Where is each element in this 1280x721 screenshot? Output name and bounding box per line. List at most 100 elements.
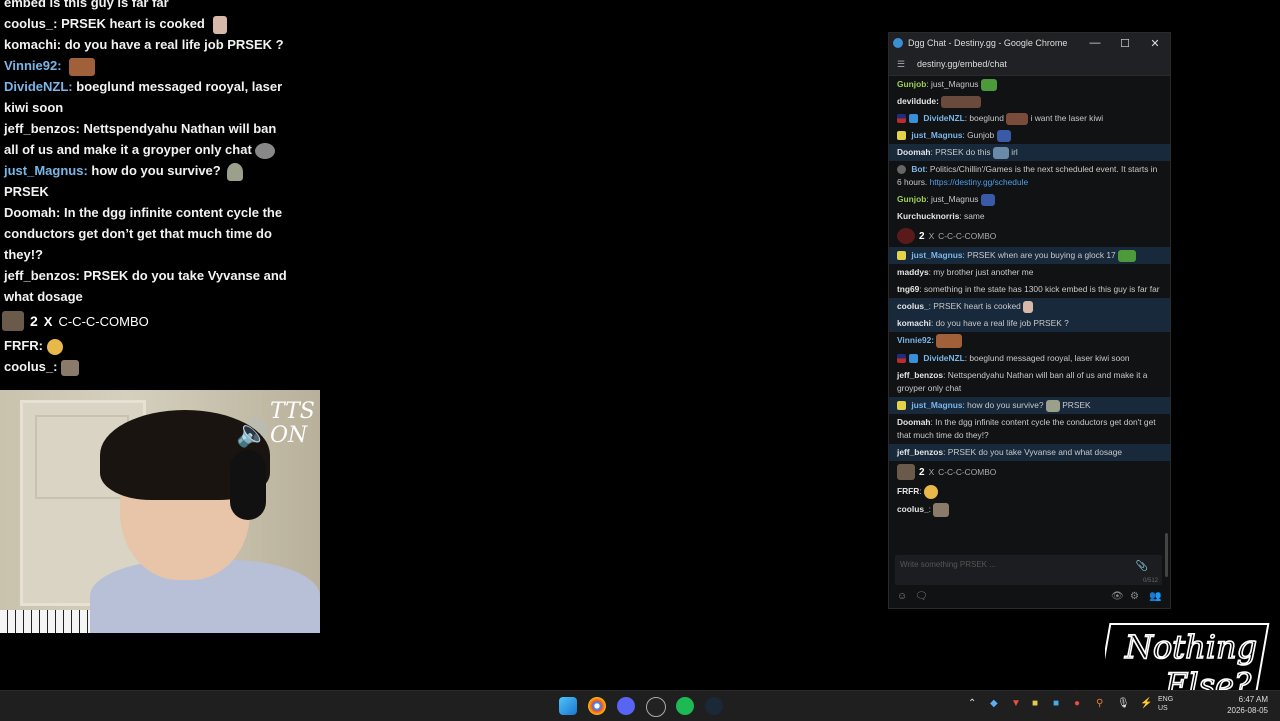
chat-combo: 2 X C-C-C-COMBO xyxy=(889,461,1170,483)
overlay-combo: 2 X C-C-C-COMBO xyxy=(0,307,290,335)
search-icon[interactable]: ⚲ xyxy=(1096,698,1103,709)
chat-username[interactable]: komachi xyxy=(897,318,931,328)
pepe-emote-icon xyxy=(980,78,997,91)
chat-username[interactable]: Vinnie92: xyxy=(897,335,934,345)
show-hidden-icons-icon[interactable]: ⌃ xyxy=(968,698,976,709)
chat-text: : PRSEK when are you buying a glock 17 xyxy=(962,250,1116,260)
chat-username[interactable]: Gunjob xyxy=(897,194,926,204)
obs-icon[interactable] xyxy=(646,697,666,717)
tts-on-overlay: 🔊 TTS ON xyxy=(236,399,315,449)
chat-text: PRSEK xyxy=(1062,400,1091,410)
chat-message: just_Magnus: PRSEK when are you buying a… xyxy=(889,247,1170,264)
maximize-button[interactable]: ☐ xyxy=(1110,37,1140,50)
brave-icon[interactable]: ▼ xyxy=(1011,698,1021,709)
chat-username[interactable]: Bot xyxy=(911,164,925,174)
minimize-button[interactable]: — xyxy=(1080,37,1110,50)
tray-app-icon[interactable]: ● xyxy=(1074,698,1080,709)
chat-username[interactable]: tng69 xyxy=(897,284,919,294)
overlay-line: coolus_: PRSEK heart is cooked xyxy=(0,13,290,34)
discord-icon[interactable] xyxy=(617,697,635,715)
eye-icon[interactable]: 👁 xyxy=(1111,591,1124,602)
chat-input[interactable]: Write something PRSEK ... 📎 0/512 xyxy=(895,555,1162,585)
start-windows-icon[interactable] xyxy=(559,697,577,715)
chat-browser-window[interactable]: Dgg Chat - Destiny.gg - Google Chrome — … xyxy=(888,32,1171,609)
tray-app-icon[interactable]: ■ xyxy=(1053,698,1059,709)
tray-app-icon[interactable]: ◆ xyxy=(990,698,998,709)
chat-scrollbar[interactable] xyxy=(1165,533,1168,577)
chat-message: Kurchucknorris: same xyxy=(889,208,1170,225)
chat-text: i want the laser kiwi xyxy=(1030,113,1104,123)
biden-face-emote-icon xyxy=(1023,300,1034,313)
emote-picker-icon[interactable]: ☺ xyxy=(897,591,907,602)
cat-emote-icon xyxy=(255,142,276,159)
chat-username[interactable]: coolus_ xyxy=(897,301,929,311)
chat-username[interactable]: maddys xyxy=(897,267,929,277)
chat-username[interactable]: coolus_ xyxy=(897,504,929,514)
site-settings-icon[interactable]: ☰ xyxy=(897,59,907,70)
overlay-line: FRFR: xyxy=(0,335,290,356)
microphone-icon[interactable]: 🎙 xyxy=(1117,698,1130,709)
headphones xyxy=(230,450,266,520)
schedule-link[interactable]: https://destiny.gg/schedule xyxy=(930,177,1029,187)
chat-text: : Gunjob xyxy=(962,130,995,140)
users-icon[interactable]: 👥 xyxy=(1149,591,1161,602)
taskbar-clock[interactable]: 6:47 AM 2026-08-05 xyxy=(1227,694,1268,716)
chat-username[interactable]: just_Magnus xyxy=(911,130,962,140)
photo-emote-icon xyxy=(69,57,96,76)
clock-date: 2026-08-05 xyxy=(1227,706,1268,715)
chat-text: : xyxy=(919,486,922,497)
tier-flair-icon xyxy=(909,114,918,124)
chat-username[interactable]: jeff_benzos xyxy=(897,447,943,457)
url-text[interactable]: destiny.gg/embed/chat xyxy=(917,59,1007,69)
chat-username[interactable]: Gunjob xyxy=(897,79,926,89)
chat-message: Gunjob: just_Magnus xyxy=(889,191,1170,208)
window-titlebar[interactable]: Dgg Chat - Destiny.gg - Google Chrome — … xyxy=(889,33,1170,53)
cat-emote-icon xyxy=(61,359,80,376)
chat-username[interactable]: Doomah xyxy=(897,417,931,427)
tray-app-icon[interactable]: ■ xyxy=(1032,698,1038,709)
clock-time: 6:47 AM xyxy=(1238,695,1268,704)
chat-text: irl xyxy=(1011,147,1018,157)
destiny-favicon-icon xyxy=(893,38,903,48)
chat-message: FRFR: xyxy=(889,483,1170,501)
address-bar[interactable]: ☰ destiny.gg/embed/chat xyxy=(889,53,1170,76)
chat-combo: 2 X C-C-C-COMBO xyxy=(889,225,1170,247)
chat-message: Doomah: PRSEK do this irl xyxy=(889,144,1170,161)
spotify-icon[interactable] xyxy=(676,697,694,715)
ghost-emote-icon xyxy=(1045,399,1060,412)
char-count: 0/512 xyxy=(1142,578,1158,584)
chat-message: Bot: Politics/Chillin'/Games is the next… xyxy=(889,161,1170,191)
overlay-line: jeff_benzos: Nettspendyahu Nathan will b… xyxy=(4,121,277,159)
chat-username[interactable]: devildude: xyxy=(897,96,939,106)
language-indicator[interactable]: ENG US xyxy=(1158,695,1173,713)
chat-message: komachi: do you have a real life job PRS… xyxy=(889,315,1170,332)
chat-username[interactable]: Kurchucknorris xyxy=(897,211,959,221)
steam-icon[interactable] xyxy=(705,697,723,715)
network-icon[interactable]: ⚡ xyxy=(1140,698,1152,709)
chat-message: jeff_benzos: Nettspendyahu Nathan will b… xyxy=(889,367,1170,397)
chat-username[interactable]: just_Magnus xyxy=(911,400,962,410)
chat-username[interactable]: Doomah xyxy=(897,147,931,157)
close-button[interactable]: ✕ xyxy=(1140,37,1170,50)
chrome-icon[interactable] xyxy=(588,697,606,715)
window-title: Dgg Chat - Destiny.gg - Google Chrome xyxy=(908,38,1068,48)
flag-flair-icon xyxy=(897,354,906,364)
chat-text: : do you have a real life job PRSEK ? xyxy=(930,318,1069,328)
chat-username[interactable]: jeff_benzos xyxy=(897,370,943,380)
chat-username[interactable]: just_Magnus xyxy=(911,250,962,260)
chat-username[interactable]: DivideNZL xyxy=(923,113,964,123)
chat-username[interactable]: DivideNZL xyxy=(923,353,964,363)
cat-emote-icon xyxy=(933,503,950,517)
overlay-line: coolus_: xyxy=(0,356,290,377)
chat-message: maddys: my brother just another me xyxy=(889,264,1170,281)
windows-taskbar: ⌃ ◆ ▼ ■ ■ ● ⚲ 🎙 ⚡ ENG US 6:47 AM 2026-08-… xyxy=(0,690,1280,721)
chat-username[interactable]: FRFR xyxy=(897,486,919,496)
chat-input-placeholder[interactable]: Write something PRSEK ... xyxy=(900,560,996,569)
gear-icon[interactable]: ⚙ xyxy=(1130,591,1139,602)
overlay-line: Doomah: In the dgg infinite content cycl… xyxy=(4,205,283,262)
whispers-icon[interactable]: 🗨 xyxy=(915,591,928,602)
chat-message: Vinnie92: xyxy=(889,332,1170,350)
chat-message-list[interactable]: Gunjob: just_Magnus devildude: DivideNZL… xyxy=(889,76,1170,551)
chat-text: : something in the state has 1300 kick e… xyxy=(919,284,1160,294)
paperclip-icon[interactable]: 📎 xyxy=(1136,561,1148,572)
